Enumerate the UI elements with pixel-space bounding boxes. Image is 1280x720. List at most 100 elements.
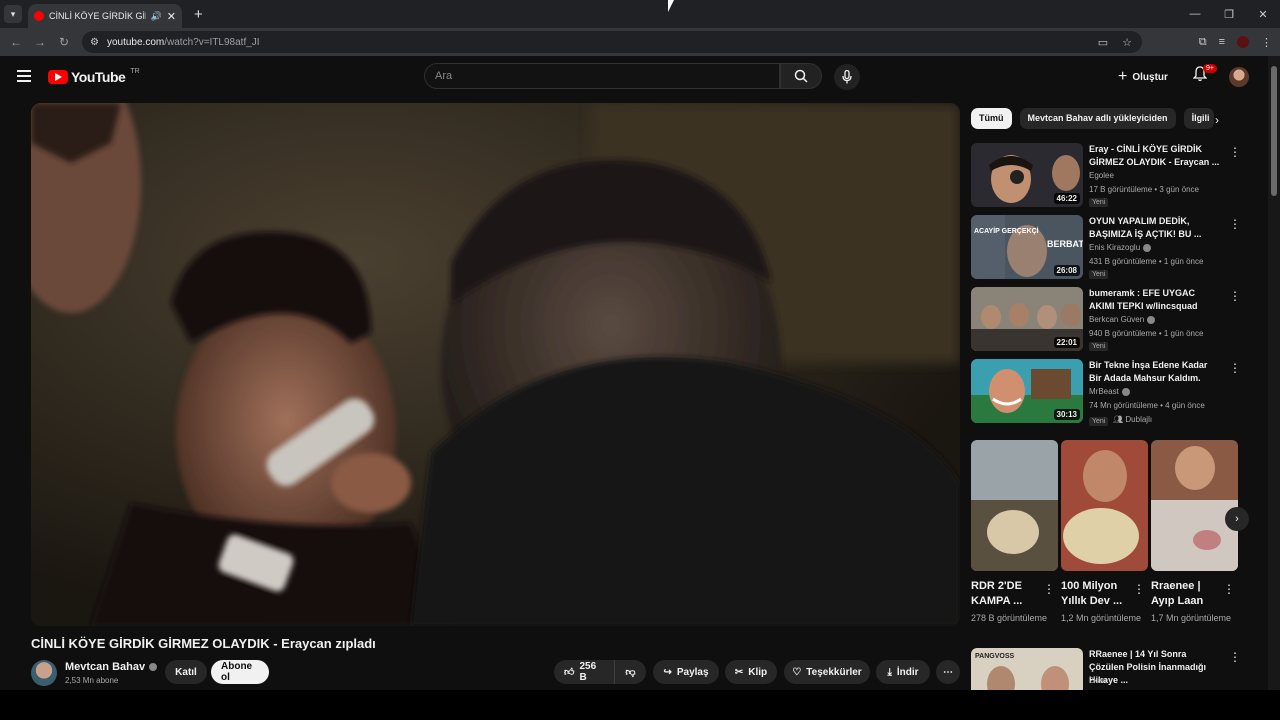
- verified-badge-icon: [1121, 387, 1130, 396]
- new-badge: Yeni: [1089, 198, 1109, 207]
- download-button[interactable]: ⤓ İndir: [876, 660, 930, 684]
- short-item[interactable]: RDR 2'DE KAMPA ... 278 B görüntüleme ⋮: [971, 440, 1058, 625]
- reload-icon[interactable]: ↻: [52, 35, 76, 49]
- video-thumbnail: 22:01: [971, 287, 1083, 351]
- forward-icon[interactable]: →: [28, 35, 52, 49]
- more-vertical-icon[interactable]: ⋮: [1229, 650, 1241, 664]
- video-thumbnail: 30:13: [971, 359, 1083, 423]
- extensions-icon[interactable]: ⧉: [1199, 36, 1207, 49]
- more-actions-button[interactable]: ⋯: [936, 660, 960, 684]
- more-vertical-icon[interactable]: ⋮: [1229, 145, 1241, 159]
- short-views: 1,2 Mn görüntüleme: [1061, 613, 1142, 623]
- verified-badge-icon: [1143, 243, 1152, 252]
- channel-avatar[interactable]: [31, 660, 57, 686]
- bookmark-star-icon[interactable]: ☆: [1122, 36, 1132, 49]
- recommendation-item[interactable]: 22:01 bumeramk : EFE UYGAC AKIMI TEPKI w…: [971, 287, 1241, 351]
- short-item[interactable]: 100 Milyon Yıllık Dev ... 1,2 Mn görüntü…: [1061, 440, 1148, 625]
- recommendation-item[interactable]: ACAYİP GERÇEKÇİ BERBAT! 26:08 OYUN YAPALI…: [971, 215, 1241, 279]
- url-text: youtube.com/watch?v=ITL98atf_JI: [106, 36, 260, 48]
- tab-title: CİNLİ KÖYE GİRDİK GİRMEZ: [49, 11, 146, 21]
- rec-channel: Enis Kirazoglu: [1089, 243, 1152, 252]
- youtube-logo[interactable]: YouTube TR: [48, 68, 140, 85]
- verified-badge-icon: [1147, 315, 1156, 324]
- tab-search-button[interactable]: ▾: [4, 5, 22, 23]
- rec-title: RRaenee | 14 Yıl Sonra Çözülen Polisin İ…: [1089, 649, 1207, 685]
- subscribe-button[interactable]: Abone ol: [211, 660, 269, 684]
- more-vertical-icon[interactable]: ⋮: [1229, 361, 1241, 375]
- dislike-button[interactable]: 👎︎: [614, 660, 646, 684]
- more-vertical-icon[interactable]: ⋮: [1043, 582, 1055, 596]
- browser-menu-icon[interactable]: ⋮: [1261, 36, 1272, 49]
- thumb-text-pangvoss: PANGVOSS: [975, 653, 1014, 660]
- chips-next-arrow-icon[interactable]: ›: [1215, 113, 1219, 127]
- search-button[interactable]: [780, 63, 822, 89]
- account-avatar[interactable]: [1229, 67, 1249, 87]
- bottom-black-bar: [0, 690, 1280, 720]
- share-icon: ↪: [663, 666, 672, 678]
- more-vertical-icon[interactable]: ⋮: [1133, 582, 1145, 596]
- page-scrollbar[interactable]: [1268, 56, 1280, 690]
- search-input[interactable]: Ara: [424, 63, 780, 89]
- recommendation-item[interactable]: PANGVOSS RRaenee | 14 Yıl Sonra Çözülen …: [971, 648, 1241, 690]
- new-badge: Yeni: [1089, 417, 1109, 426]
- youtube-play-icon: [48, 70, 68, 84]
- short-thumbnail: [1151, 440, 1238, 571]
- voice-search-button[interactable]: [834, 64, 860, 90]
- microphone-icon: [842, 70, 852, 84]
- thanks-button[interactable]: ♡ Teşekkürler: [784, 660, 870, 684]
- window-close-button[interactable]: ✕: [1246, 0, 1280, 28]
- media-control-icon[interactable]: ≡: [1219, 36, 1225, 48]
- chip-from-uploader[interactable]: Mevtcan Bahav adlı yükleyiciden: [1019, 108, 1176, 129]
- scrollbar-thumb[interactable]: [1271, 66, 1277, 196]
- scissors-icon: ✂: [734, 666, 744, 678]
- verified-badge-icon: [149, 663, 158, 671]
- short-item[interactable]: Rraenee | Ayıp Laan 1,7 Mn görüntüleme ⋮: [1151, 440, 1238, 625]
- clip-button[interactable]: ✂ Klip: [725, 660, 777, 684]
- speaker-icon[interactable]: 🔊: [151, 11, 162, 22]
- create-button[interactable]: + Oluştur: [1118, 65, 1168, 89]
- chip-all[interactable]: Tümü: [971, 108, 1012, 129]
- dubbed-label: 👥︎ Dublajlı: [1113, 415, 1153, 424]
- browser-tab-active[interactable]: CİNLİ KÖYE GİRDİK GİRMEZ 🔊 ✕: [28, 4, 182, 28]
- menu-icon[interactable]: [17, 70, 31, 85]
- heart-dollar-icon: ♡: [792, 666, 802, 678]
- rec-meta: 431 B görüntüleme • 1 gün önce: [1089, 257, 1204, 266]
- more-vertical-icon[interactable]: ⋮: [1223, 582, 1235, 596]
- cast-icon[interactable]: ▭: [1098, 36, 1108, 49]
- back-icon[interactable]: ←: [4, 35, 28, 49]
- minimize-button[interactable]: —: [1178, 0, 1212, 28]
- maximize-button[interactable]: ❐: [1212, 0, 1246, 28]
- rec-meta: 74 Mn görüntüleme • 4 gün önce: [1089, 401, 1205, 410]
- video-player[interactable]: [31, 103, 960, 626]
- thumbs-down-icon: 👎︎: [625, 667, 636, 678]
- window-controls: — ❐ ✕: [1178, 0, 1280, 28]
- address-bar: ← → ↻ ⚙ youtube.com/watch?v=ITL98atf_JI …: [0, 28, 1280, 56]
- new-tab-button[interactable]: +: [194, 6, 203, 23]
- join-button[interactable]: Katıl: [165, 660, 207, 684]
- profile-icon[interactable]: [1237, 36, 1249, 48]
- short-views: 278 B görüntüleme: [971, 613, 1048, 623]
- rec-channel: Egolee: [1089, 171, 1114, 180]
- subscriber-count: 2,53 Mn abone: [65, 676, 119, 685]
- channel-name[interactable]: Mevtcan Bahav: [65, 661, 158, 673]
- video-thumbnail: ACAYİP GERÇEKÇİ BERBAT! 26:08: [971, 215, 1083, 279]
- thumb-text-acayip: ACAYİP GERÇEKÇİ: [974, 227, 1039, 235]
- tab-close-icon[interactable]: ✕: [167, 10, 176, 23]
- dubbed-icon: 👥︎: [1113, 415, 1124, 424]
- more-vertical-icon[interactable]: ⋮: [1229, 289, 1241, 303]
- more-vertical-icon[interactable]: ⋮: [1229, 217, 1241, 231]
- chip-related[interactable]: İlgili: [1183, 108, 1214, 129]
- recommendation-item[interactable]: 30:13 Bir Tekne İnşa Edene Kadar Bir Ada…: [971, 359, 1241, 426]
- share-button[interactable]: ↪ Paylaş: [653, 660, 719, 684]
- recommendation-item[interactable]: 46:22 Eray - CİNLİ KÖYE GİRDİK GİRMEZ OL…: [971, 143, 1241, 207]
- shorts-next-button[interactable]: ›: [1225, 507, 1249, 531]
- shorts-shelf: RDR 2'DE KAMPA ... 278 B görüntüleme ⋮ 1…: [971, 440, 1241, 640]
- url-field[interactable]: ⚙ youtube.com/watch?v=ITL98atf_JI ▭ ☆: [82, 31, 1142, 53]
- short-thumbnail: [1061, 440, 1148, 571]
- short-title: RDR 2'DE KAMPA ...: [971, 580, 1023, 607]
- short-views: 1,7 Mn görüntüleme: [1151, 613, 1232, 623]
- site-info-icon[interactable]: ⚙: [90, 37, 99, 48]
- short-thumbnail: [971, 440, 1058, 571]
- like-button[interactable]: 👍︎ 256 B: [554, 660, 614, 684]
- rec-channel: MrBeast: [1089, 387, 1130, 396]
